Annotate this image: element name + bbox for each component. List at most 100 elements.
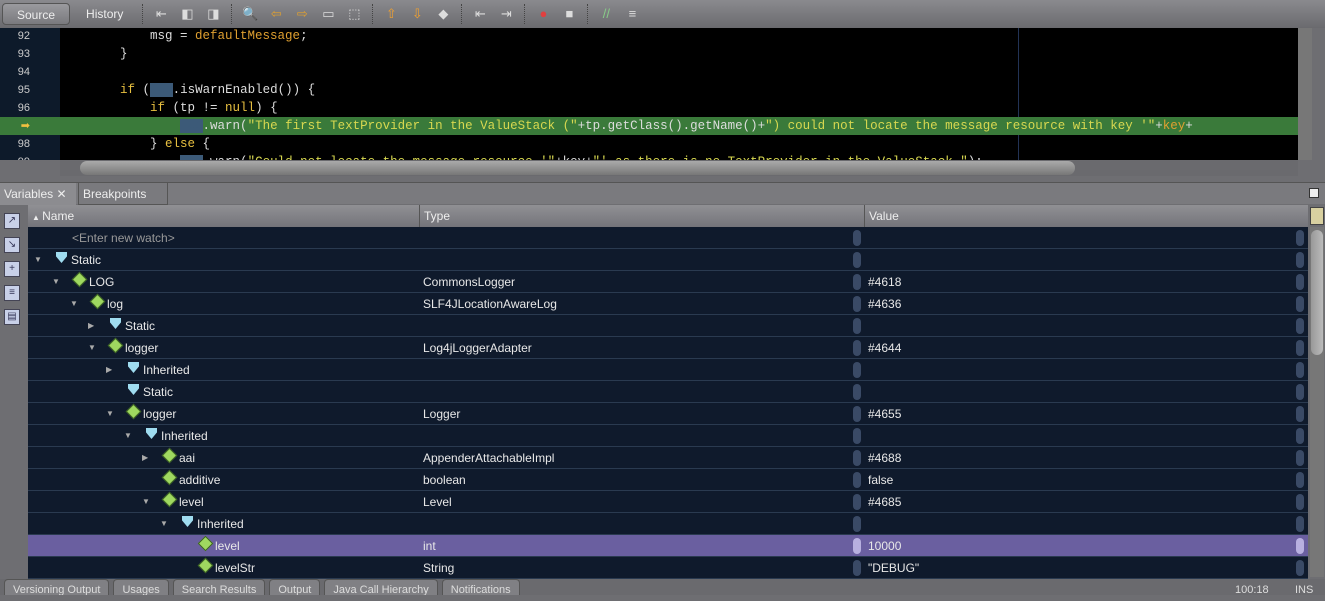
editor-horizontal-scrollbar[interactable] [60,160,1298,176]
value-editor-knob[interactable] [853,230,861,246]
column-value[interactable]: Value [865,205,1308,227]
tab-variables[interactable]: Variables ✕ [0,183,76,205]
find-icon[interactable]: 🔍 [240,5,260,23]
minimize-icon[interactable] [1309,188,1319,198]
next-bookmark-icon[interactable]: ⇩ [407,5,427,23]
value-editor-knob[interactable] [1296,340,1304,356]
collapse-icon[interactable]: ▼ [52,271,60,293]
table-row[interactable]: ▼ Inherited [28,513,1308,535]
value-editor-knob[interactable] [1296,296,1304,312]
value-editor-knob[interactable] [1296,516,1304,532]
value-editor-knob[interactable] [853,450,861,466]
tab-breakpoints[interactable]: Breakpoints [78,183,168,205]
column-type[interactable]: Type [420,205,865,227]
forward-icon[interactable]: ◨ [203,5,223,23]
value-editor-knob[interactable] [1296,252,1304,268]
toggle-highlight-icon[interactable]: ▭ [318,5,338,23]
column-chooser-icon[interactable] [1310,207,1324,225]
tab-history[interactable]: History [72,3,137,25]
table-row[interactable]: ▼ LOG CommonsLogger #4618 [28,271,1308,293]
value-editor-knob[interactable] [853,296,861,312]
table-row[interactable]: ▼ level Level #4685 [28,491,1308,513]
shift-left-icon[interactable]: ⇤ [470,5,490,23]
code-editor[interactable]: 92 msg = defaultMessage; 93 } 94 95 if (LOG… [0,28,1298,160]
step-out-icon[interactable]: ↗ [4,213,20,229]
back-icon[interactable]: ◧ [177,5,197,23]
value-editor-knob[interactable] [853,362,861,378]
collapse-icon[interactable]: ▼ [106,403,114,425]
table-row[interactable]: ▼ log SLF4JLocationAwareLog #4636 [28,293,1308,315]
variables-vertical-scrollbar[interactable] [1310,227,1324,577]
value-editor-knob[interactable] [1296,428,1304,444]
bottom-tab[interactable]: Notifications [441,579,520,595]
scroll-thumb[interactable] [80,161,1075,175]
step-over-icon[interactable]: ↘ [4,237,20,253]
bottom-tab[interactable]: Output [269,579,321,595]
value-editor-knob[interactable] [853,560,861,576]
value-editor-knob[interactable] [853,340,861,356]
rect-select-icon[interactable]: ⬚ [344,5,364,23]
value-editor-knob[interactable] [1296,472,1304,488]
uncomment-icon[interactable]: ≡ [622,5,642,23]
value-editor-knob[interactable] [853,428,861,444]
tab-source[interactable]: Source [2,3,71,25]
value-editor-knob[interactable] [853,318,861,334]
close-icon[interactable]: ✕ [56,187,66,201]
scroll-thumb[interactable] [1311,230,1323,355]
table-row[interactable]: ▼ Inherited [28,425,1308,447]
new-watch-input[interactable]: <Enter new watch> [72,227,175,249]
value-editor-knob[interactable] [853,494,861,510]
row-knob[interactable] [1296,230,1304,246]
collapse-icon[interactable]: ▼ [88,337,96,359]
new-watch-icon[interactable]: + [4,261,20,277]
table-row[interactable]: ▼ logger Logger #4655 [28,403,1308,425]
collapse-icon[interactable]: ▼ [70,293,78,315]
value-editor-knob[interactable] [853,472,861,488]
expand-icon[interactable]: ▶ [88,315,94,337]
value-editor-knob[interactable] [1296,450,1304,466]
collapse-icon[interactable]: ▼ [124,425,132,447]
find-next-icon[interactable]: ⇨ [292,5,312,23]
value-editor-knob[interactable] [1296,384,1304,400]
table-row[interactable]: level int 10000 [28,535,1308,557]
find-prev-icon[interactable]: ⇦ [266,5,286,23]
value-editor-knob[interactable] [1296,362,1304,378]
value-editor-knob[interactable] [853,538,861,554]
column-name[interactable]: ▲ Name [28,205,420,227]
value-editor-knob[interactable] [1296,274,1304,290]
table-row[interactable]: ▼ Static [28,249,1308,271]
last-edit-icon[interactable]: ⇤ [151,5,171,23]
watch-row[interactable]: <Enter new watch> [28,227,1308,249]
value-editor-knob[interactable] [853,252,861,268]
macro-record-icon[interactable]: ● [533,5,553,23]
filter-icon[interactable]: ≡ [4,285,20,301]
table-row[interactable]: ▼ logger Log4jLoggerAdapter #4644 [28,337,1308,359]
bottom-tab[interactable]: Versioning Output [4,579,110,595]
table-row[interactable]: Static [28,381,1308,403]
value-editor-knob[interactable] [853,516,861,532]
comment-icon[interactable]: // [596,5,616,23]
bottom-tab[interactable]: Usages [113,579,169,595]
toggle-bookmark-icon[interactable]: ◆ [433,5,453,23]
expand-icon[interactable]: ▶ [142,447,148,469]
value-editor-knob[interactable] [1296,538,1304,554]
table-row[interactable]: ▶ Static [28,315,1308,337]
value-editor-knob[interactable] [853,384,861,400]
shift-right-icon[interactable]: ⇥ [496,5,516,23]
table-row[interactable]: ▶ Inherited [28,359,1308,381]
value-editor-knob[interactable] [853,406,861,422]
value-editor-knob[interactable] [1296,560,1304,576]
table-row[interactable]: ▶ aai AppenderAttachableImpl #4688 [28,447,1308,469]
bottom-tab[interactable]: Java Call Hierarchy [324,579,438,595]
value-editor-knob[interactable] [1296,318,1304,334]
prev-bookmark-icon[interactable]: ⇧ [381,5,401,23]
collapse-icon[interactable]: ▼ [160,513,168,535]
editor-vertical-scrollbar[interactable] [1298,28,1312,160]
value-editor-knob[interactable] [853,274,861,290]
collapse-icon[interactable]: ▼ [34,249,42,271]
value-editor-knob[interactable] [1296,406,1304,422]
bottom-tab[interactable]: Search Results [172,579,266,595]
expand-icon[interactable]: ▶ [106,359,112,381]
table-row[interactable]: levelStr String "DEBUG" [28,557,1308,579]
value-editor-knob[interactable] [1296,494,1304,510]
